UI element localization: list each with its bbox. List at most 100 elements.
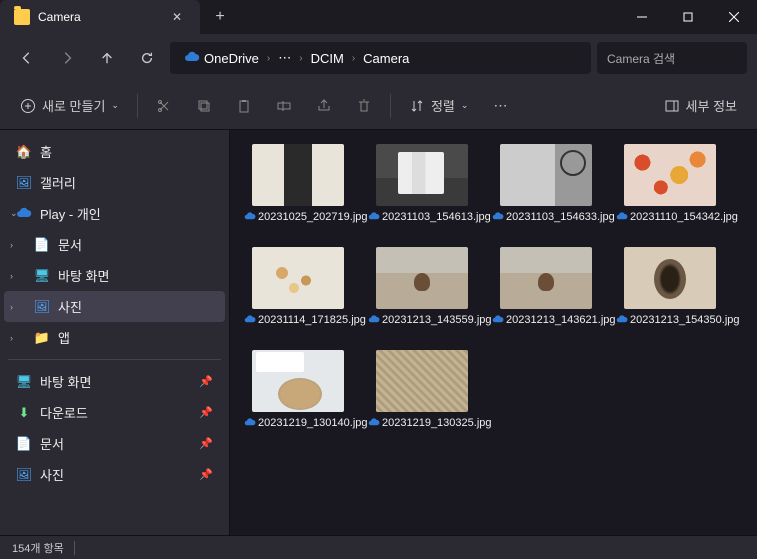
sidebar-pin-downloads[interactable]: ⬇다운로드📌 [4, 397, 225, 428]
thumbnail [376, 350, 468, 412]
sort-button[interactable]: 정렬 ⌄ [399, 89, 478, 123]
thumbnail [500, 144, 592, 206]
file-name: 20231213_143621.jpg [492, 313, 600, 328]
desktop-icon: 🖥 [34, 268, 50, 284]
thumbnail [252, 144, 344, 206]
thumbnail [624, 144, 716, 206]
sidebar-item-home[interactable]: 🏠홈 [4, 136, 225, 167]
divider [8, 359, 221, 360]
file-name: 20231103_154633.jpg [492, 210, 600, 225]
share-button[interactable] [306, 89, 342, 123]
cloud-sync-icon [616, 211, 628, 223]
sidebar-item-desktop[interactable]: ›🖥바탕 화면 [4, 260, 225, 291]
up-button[interactable] [90, 41, 124, 75]
bc-camera[interactable]: Camera [359, 49, 413, 68]
file-item[interactable]: 20231213_143621.jpg [492, 247, 600, 328]
sidebar-item-apps[interactable]: ›📁앱 [4, 322, 225, 353]
new-button[interactable]: 새로 만들기 ⌄ [10, 89, 129, 123]
file-name: 20231213_143559.jpg [368, 313, 476, 328]
file-name: 20231114_171825.jpg [244, 313, 352, 328]
pin-icon: 📌 [199, 468, 213, 481]
document-icon: 📄 [16, 436, 32, 452]
home-icon: 🏠 [16, 144, 32, 160]
cloud-sync-icon [616, 314, 628, 326]
thumbnail [252, 247, 344, 309]
cut-button[interactable] [146, 89, 182, 123]
more-button[interactable]: ⋯ [482, 89, 518, 123]
cloud-icon [16, 206, 32, 222]
search-input[interactable]: Camera 검색 [597, 42, 747, 74]
details-pane-button[interactable]: 세부 정보 [654, 89, 747, 123]
sidebar-pin-documents[interactable]: 📄문서📌 [4, 428, 225, 459]
window-controls [619, 0, 757, 34]
tab-camera[interactable]: Camera ✕ [0, 0, 200, 34]
refresh-button[interactable] [130, 41, 164, 75]
chevron-right-icon[interactable]: › [10, 240, 13, 250]
chevron-right-icon[interactable]: › [10, 271, 13, 281]
file-item[interactable]: 20231114_171825.jpg [244, 247, 352, 328]
file-name: 20231110_154342.jpg [616, 210, 724, 225]
close-tab-icon[interactable]: ✕ [172, 10, 186, 24]
file-item[interactable]: 20231219_130325.jpg [368, 350, 476, 431]
breadcrumb[interactable]: OneDrive › ⋯ › DCIM › Camera [170, 42, 591, 74]
thumbnail [376, 144, 468, 206]
folder-icon: 📁 [34, 330, 50, 346]
file-item[interactable]: 20231213_154350.jpg [616, 247, 724, 328]
sidebar: 🏠홈 🖼갤러리 ⌄Play - 개인 ›📄문서 ›🖥바탕 화면 ›🖼사진 ›📁앱… [0, 130, 230, 535]
file-item[interactable]: 20231110_154342.jpg [616, 144, 724, 225]
sidebar-item-pictures[interactable]: ›🖼사진 [4, 291, 225, 322]
sidebar-pin-pictures[interactable]: 🖼사진📌 [4, 459, 225, 490]
chevron-down-icon[interactable]: ⌄ [10, 208, 18, 219]
gallery-icon: 🖼 [16, 175, 32, 191]
thumbnail [624, 247, 716, 309]
bc-onedrive[interactable]: OneDrive [180, 48, 263, 68]
chevron-right-icon[interactable]: › [10, 302, 13, 312]
cloud-sync-icon [244, 211, 256, 223]
cloud-sync-icon [368, 314, 380, 326]
pictures-icon: 🖼 [16, 467, 32, 483]
item-count: 154개 항목 [12, 540, 64, 556]
new-tab-button[interactable]: + [200, 8, 240, 26]
cloud-sync-icon [368, 417, 380, 429]
file-name: 20231219_130140.jpg [244, 416, 352, 431]
desktop-icon: 🖥 [16, 374, 32, 390]
divider [74, 541, 75, 555]
pin-icon: 📌 [199, 437, 213, 450]
minimize-button[interactable] [619, 0, 665, 34]
titlebar: Camera ✕ + [0, 0, 757, 34]
pin-icon: 📌 [199, 406, 213, 419]
file-item[interactable]: 20231213_143559.jpg [368, 247, 476, 328]
file-item[interactable]: 20231219_130140.jpg [244, 350, 352, 431]
cloud-sync-icon [492, 314, 504, 326]
file-name: 20231103_154613.jpg [368, 210, 476, 225]
delete-button[interactable] [346, 89, 382, 123]
chevron-right-icon[interactable]: › [10, 333, 13, 343]
sidebar-item-gallery[interactable]: 🖼갤러리 [4, 167, 225, 198]
paste-button[interactable] [226, 89, 262, 123]
sidebar-item-onedrive[interactable]: ⌄Play - 개인 [4, 198, 225, 229]
chevron-right-icon: › [299, 53, 302, 64]
bc-dcim[interactable]: DCIM [307, 49, 348, 68]
navbar: OneDrive › ⋯ › DCIM › Camera Camera 검색 [0, 34, 757, 82]
rename-button[interactable] [266, 89, 302, 123]
copy-button[interactable] [186, 89, 222, 123]
bc-more[interactable]: ⋯ [274, 48, 295, 68]
thumbnail [500, 247, 592, 309]
pictures-icon: 🖼 [34, 299, 50, 315]
close-window-button[interactable] [711, 0, 757, 34]
file-item[interactable]: 20231025_202719.jpg [244, 144, 352, 225]
file-name: 20231219_130325.jpg [368, 416, 476, 431]
file-grid[interactable]: 20231025_202719.jpg 20231103_154613.jpg 20… [230, 130, 757, 535]
document-icon: 📄 [34, 237, 50, 253]
sidebar-item-documents[interactable]: ›📄문서 [4, 229, 225, 260]
file-item[interactable]: 20231103_154613.jpg [368, 144, 476, 225]
file-item[interactable]: 20231103_154633.jpg [492, 144, 600, 225]
sidebar-pin-desktop[interactable]: 🖥바탕 화면📌 [4, 366, 225, 397]
forward-button[interactable] [50, 41, 84, 75]
maximize-button[interactable] [665, 0, 711, 34]
plus-circle-icon [20, 98, 36, 114]
divider [137, 94, 138, 118]
status-bar: 154개 항목 [0, 535, 757, 559]
back-button[interactable] [10, 41, 44, 75]
cloud-sync-icon [244, 314, 256, 326]
